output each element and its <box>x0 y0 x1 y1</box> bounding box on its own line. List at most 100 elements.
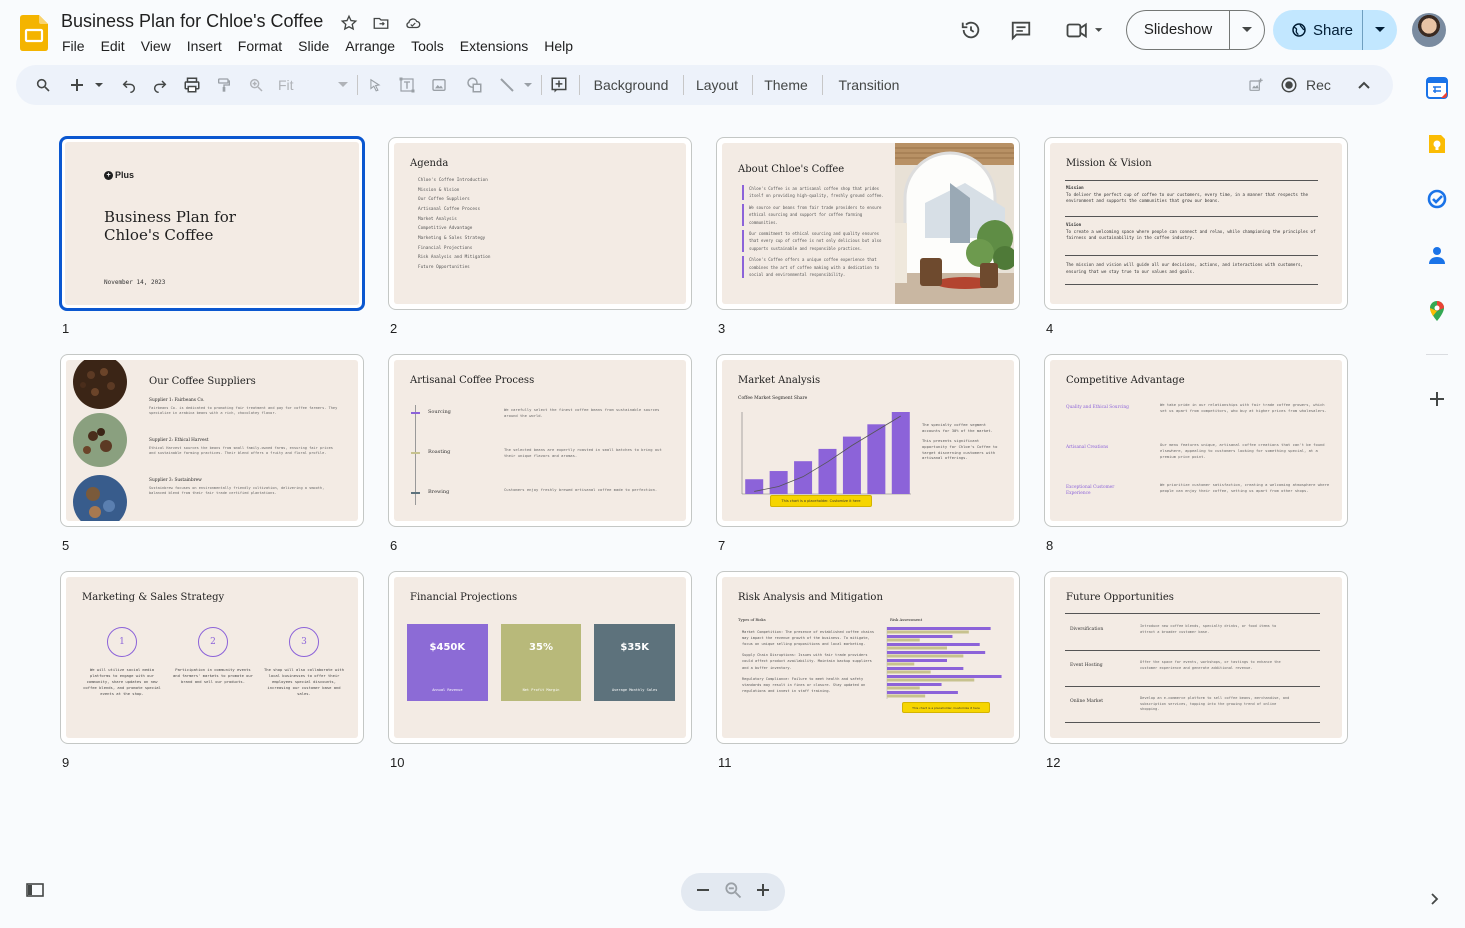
slide-thumbnail-11[interactable]: Risk Analysis and Mitigation Types of Ri… <box>716 571 1020 744</box>
chart-bar <box>887 638 920 642</box>
risk-chart <box>886 627 1002 699</box>
theme-button[interactable]: Theme <box>761 73 811 97</box>
tasks-icon[interactable] <box>1426 188 1448 210</box>
rec-button[interactable]: Rec <box>1280 73 1336 97</box>
zoom-icon[interactable] <box>245 73 267 97</box>
menu-extensions[interactable]: Extensions <box>452 37 536 55</box>
add-addon-icon[interactable] <box>1426 388 1448 410</box>
text-box-icon[interactable] <box>396 73 418 97</box>
add-comment-icon[interactable] <box>547 73 571 97</box>
animate-icon[interactable] <box>1246 73 1266 97</box>
move-folder-icon[interactable] <box>370 12 392 34</box>
document-title[interactable]: Business Plan for Chloe's Coffee <box>61 11 323 32</box>
contacts-icon[interactable] <box>1426 244 1448 266</box>
print-icon[interactable] <box>181 73 203 97</box>
menu-edit[interactable]: Edit <box>93 37 133 55</box>
layout-button[interactable]: Layout <box>692 73 742 97</box>
chart-bar <box>887 675 1002 678</box>
slide-thumbnail-4[interactable]: Mission & Vision Mission To deliver the … <box>1044 137 1348 310</box>
slideshow-dropdown-icon[interactable] <box>1230 27 1264 33</box>
kpi-label: Average Monthly Sales <box>611 688 658 692</box>
select-arrow-icon[interactable] <box>364 73 386 97</box>
chart-placeholder-banner[interactable]: This chart is a placeholder. Customize i… <box>770 495 872 507</box>
market-chart <box>741 412 911 495</box>
collapse-toolbar-icon[interactable] <box>1353 73 1375 97</box>
chart-bar <box>887 659 947 662</box>
expand-side-panel-icon[interactable] <box>1430 892 1444 908</box>
search-menus-icon[interactable] <box>32 73 54 97</box>
chart-bar <box>887 686 920 690</box>
advantage-rows: Quality and Ethical Sourcing We take prid… <box>1050 360 1342 521</box>
slide-thumbnail-10[interactable]: Financial Projections $450K Annual Revenu… <box>388 571 692 744</box>
menu-insert[interactable]: Insert <box>179 37 230 55</box>
strategy-step-circle: 2 <box>198 627 228 657</box>
share-dropdown-icon[interactable] <box>1363 27 1397 33</box>
meet-video-icon[interactable] <box>1060 14 1108 46</box>
slide-thumbnail-3[interactable]: About Chloe's Coffee Chloe's Coffee is a… <box>716 137 1020 310</box>
background-button[interactable]: Background <box>589 73 673 97</box>
kpi-box: $35K Average Monthly Sales <box>594 624 676 701</box>
menu-format[interactable]: Format <box>230 37 290 55</box>
slide-number: 7 <box>718 538 726 553</box>
menu-tools[interactable]: Tools <box>403 37 452 55</box>
slide-thumbnail-9[interactable]: Marketing & Sales Strategy 1 We will util… <box>60 571 364 744</box>
zoom-out-icon[interactable] <box>695 882 711 903</box>
share-button[interactable]: Share <box>1273 10 1397 50</box>
star-icon[interactable] <box>338 12 360 34</box>
menu-help[interactable]: Help <box>536 37 581 55</box>
filmstrip-toggle-icon[interactable] <box>26 882 46 900</box>
zoom-reset-icon[interactable] <box>723 880 743 905</box>
maps-icon[interactable] <box>1426 300 1448 322</box>
menu-file[interactable]: File <box>54 37 93 55</box>
slide-thumbnail-8[interactable]: Competitive Advantage Quality and Ethica… <box>1044 354 1348 527</box>
risk-bullet: Supply Chain Disruptions: Issues with fa… <box>742 653 872 670</box>
slideshow-button[interactable]: Slideshow <box>1126 10 1265 50</box>
slide-thumbnail-1[interactable]: + Plus Business Plan for Chloe's Coffee … <box>59 136 365 311</box>
paint-format-icon[interactable] <box>213 73 235 97</box>
slide-thumbnail-6[interactable]: Artisanal Coffee Process Sourcing We care… <box>388 354 692 527</box>
risk-bullets: Market Competition: The presence of esta… <box>742 629 880 699</box>
keep-icon[interactable] <box>1426 133 1448 155</box>
insert-image-icon[interactable] <box>428 73 450 97</box>
version-history-icon[interactable] <box>955 14 987 46</box>
slideshow-label[interactable]: Slideshow <box>1127 11 1230 49</box>
supplier-block: Supplier 2: Ethical Harvest Ethical Harve… <box>149 438 339 478</box>
comments-icon[interactable] <box>1005 14 1037 46</box>
closing-text: The mission and vision will guide all ou… <box>1066 262 1303 274</box>
process-step-marker <box>411 412 420 414</box>
chart-bar <box>887 683 942 686</box>
line-icon[interactable] <box>496 73 536 97</box>
chart-bar <box>887 694 926 698</box>
slide-number: 2 <box>390 321 398 336</box>
menu-view[interactable]: View <box>133 37 179 55</box>
menu-arrange[interactable]: Arrange <box>337 37 403 55</box>
redo-icon[interactable] <box>149 73 171 97</box>
slide-number: 9 <box>62 755 70 770</box>
cloud-status-icon[interactable] <box>402 12 424 34</box>
slide-title: About Chloe's Coffee <box>738 164 845 175</box>
zoom-select[interactable]: Fit <box>278 73 348 97</box>
slide-thumbnail-5[interactable]: Our Coffee Suppliers Supplier 1: Fairbea… <box>60 354 364 527</box>
slide-thumbnail-12[interactable]: Future Opportunities Diversification Intr… <box>1044 571 1348 744</box>
slide-thumbnail-2[interactable]: Agenda Chloe's Coffee Introduction Missio… <box>388 137 692 310</box>
strategy-step-text: The shop will also collaborate with loca… <box>264 667 345 696</box>
slide-thumbnail-7[interactable]: Market Analysis Coffee Market Segment Sh… <box>716 354 1020 527</box>
shape-icon[interactable] <box>462 73 486 97</box>
menu-slide[interactable]: Slide <box>290 37 337 55</box>
chart-title: Coffee Market Segment Share <box>738 396 808 401</box>
chart-bar <box>891 412 910 494</box>
slide-number: 6 <box>390 538 398 553</box>
agenda-item: Future Opportunities <box>418 264 470 270</box>
supplier-desc: Sustainbrew focuses on environmentally f… <box>149 486 325 496</box>
undo-icon[interactable] <box>118 73 140 97</box>
user-avatar[interactable] <box>1412 13 1446 47</box>
process-step-desc: Customers enjoy freshly brewed artisanal… <box>504 487 658 492</box>
slides-logo-icon[interactable] <box>20 15 48 51</box>
transition-button[interactable]: Transition <box>834 73 904 97</box>
zoom-in-icon[interactable] <box>755 882 771 903</box>
chart-placeholder-banner[interactable]: This chart is a placeholder. Customize i… <box>902 702 990 713</box>
chart-bar <box>887 662 915 666</box>
slide-number: 4 <box>1046 321 1054 336</box>
new-slide-icon[interactable] <box>66 73 106 97</box>
calendar-icon[interactable] <box>1426 77 1448 99</box>
